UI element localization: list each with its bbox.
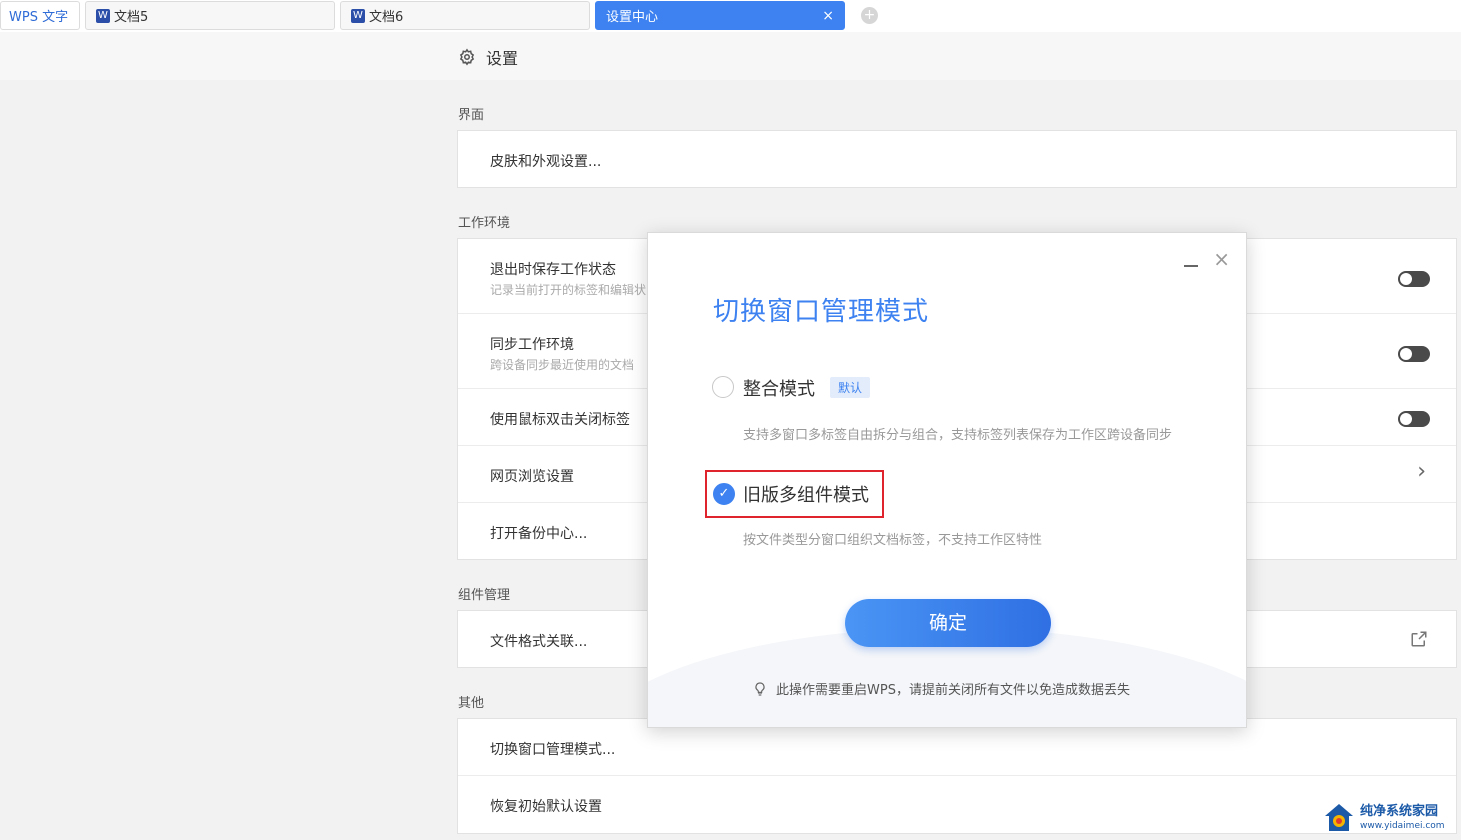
external-link-icon [1411, 631, 1427, 647]
default-badge: 默认 [830, 377, 871, 398]
section-label-workspace: 工作环境 [458, 216, 511, 231]
add-tab-icon[interactable]: + [861, 7, 878, 24]
house-logo-icon [1325, 804, 1353, 831]
row-title: 恢复初始默认设置 [490, 799, 602, 815]
option-label-legacy[interactable]: 旧版多组件模式 [743, 481, 869, 507]
settings-header: 设置 [0, 32, 1461, 80]
row-skin-appearance[interactable]: 皮肤和外观设置... [458, 131, 1456, 187]
restart-tip: 此操作需要重启WPS，请提前关闭所有文件以免造成数据丢失 [752, 679, 1130, 698]
tab-doc6-label: 文档6 [369, 10, 404, 25]
confirm-button[interactable]: 确定 [845, 599, 1051, 647]
row-subtitle: 跨设备同步最近使用的文档 [490, 358, 635, 372]
row-title: 使用鼠标双击关闭标签 [490, 412, 630, 428]
row-title: 同步工作环境 [490, 337, 574, 353]
watermark-name: 纯净系统家园 [1360, 804, 1439, 819]
dialog-title: 切换窗口管理模式 [713, 297, 930, 327]
row-restore-defaults[interactable]: 恢复初始默认设置 [458, 776, 1456, 833]
row-title: 网页浏览设置 [490, 469, 574, 485]
section-label-interface: 界面 [458, 108, 485, 123]
tab-doc5-label: 文档5 [114, 10, 149, 25]
tab-settings-center[interactable]: 设置中心 × [595, 1, 845, 30]
tab-bar: WPS 文字 W 文档5 W 文档6 设置中心 × + [0, 0, 1461, 32]
card-other: 切换窗口管理模式... 恢复初始默认设置 [457, 718, 1457, 834]
radio-legacy-mode-checked[interactable]: ✓ [713, 483, 735, 505]
section-label-components: 组件管理 [458, 588, 511, 603]
toggle-switch[interactable] [1398, 346, 1430, 362]
row-title: 文件格式关联... [490, 634, 588, 650]
watermark-url: www.yidaimei.com [1360, 821, 1445, 831]
page-title: 设置 [458, 45, 518, 69]
restart-tip-text: 此操作需要重启WPS，请提前关闭所有文件以免造成数据丢失 [776, 683, 1130, 698]
writer-doc-icon: W [351, 8, 365, 23]
page-title-text: 设置 [486, 49, 519, 68]
site-watermark: 纯净系统家园 www.yidaimei.com [1322, 800, 1457, 836]
chevron-right-icon: › [1417, 459, 1426, 484]
card-interface: 皮肤和外观设置... [457, 130, 1457, 188]
tab-doc6[interactable]: W 文档6 [340, 1, 590, 30]
toggle-switch[interactable] [1398, 271, 1430, 287]
row-title: 切换窗口管理模式... [490, 742, 616, 758]
watermark-text: 纯净系统家园 www.yidaimei.com [1360, 804, 1445, 832]
gear-icon [459, 48, 475, 66]
minimize-icon[interactable] [1184, 265, 1198, 267]
radio-integrated-mode[interactable] [712, 376, 734, 398]
row-title: 退出时保存工作状态 [490, 262, 616, 278]
close-icon[interactable]: × [822, 8, 834, 24]
writer-doc-icon: W [96, 8, 110, 23]
row-title: 皮肤和外观设置... [490, 154, 602, 170]
row-title: 打开备份中心... [490, 526, 588, 542]
tab-settings-label: 设置中心 [606, 10, 659, 25]
option-desc-legacy: 按文件类型分窗口组织文档标签，不支持工作区特性 [743, 533, 1043, 548]
lightbulb-icon [755, 681, 765, 696]
option-desc-integrated: 支持多窗口多标签自由拆分与组合，支持标签列表保存为工作区跨设备同步 [743, 428, 1173, 443]
section-label-other: 其他 [458, 696, 485, 711]
option-label-integrated[interactable]: 整合模式 [743, 375, 815, 401]
close-icon[interactable]: × [1213, 247, 1230, 271]
switch-window-mode-dialog: × 切换窗口管理模式 整合模式 默认 支持多窗口多标签自由拆分与组合，支持标签列… [647, 232, 1247, 728]
tab-doc5[interactable]: W 文档5 [85, 1, 335, 30]
row-subtitle: 记录当前打开的标签和编辑状 [490, 283, 647, 297]
tab-wps-home[interactable]: WPS 文字 [0, 1, 80, 30]
toggle-switch[interactable] [1398, 411, 1430, 427]
